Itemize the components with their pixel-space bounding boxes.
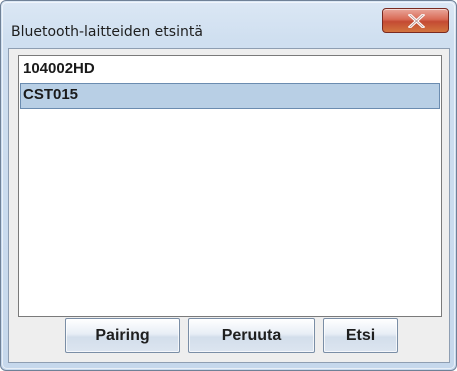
pairing-button[interactable]: Pairing — [65, 318, 180, 353]
window-title: Bluetooth-laitteiden etsintä — [11, 24, 203, 40]
close-x-icon — [408, 14, 425, 28]
bluetooth-search-dialog: Bluetooth-laitteiden etsintä 104002HD CS… — [0, 0, 457, 371]
device-list-item[interactable]: 104002HD — [20, 57, 440, 83]
search-button[interactable]: Etsi — [323, 318, 398, 353]
device-list-item-selected[interactable]: CST015 — [20, 83, 440, 109]
cancel-button[interactable]: Peruuta — [188, 318, 315, 353]
device-list[interactable]: 104002HD CST015 — [18, 55, 442, 317]
dialog-content: 104002HD CST015 Pairing Peruuta Etsi — [8, 48, 450, 363]
close-button[interactable] — [382, 8, 449, 33]
